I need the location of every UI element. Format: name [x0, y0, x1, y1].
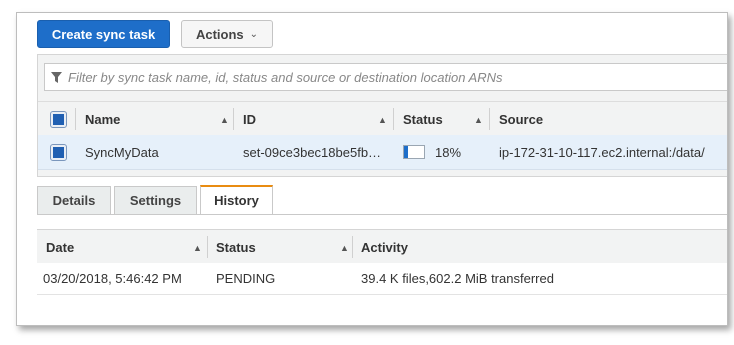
create-sync-task-button[interactable]: Create sync task: [37, 20, 170, 48]
table-row[interactable]: 03/20/2018, 5:46:42 PM PENDING 39.4 K fi…: [37, 263, 727, 295]
sort-up-icon[interactable]: ▲: [193, 243, 202, 253]
sort-up-icon[interactable]: ▲: [340, 243, 349, 253]
chevron-down-icon: ⌄: [249, 28, 259, 40]
history-date: 03/20/2018, 5:46:42 PM: [43, 271, 182, 286]
tasks-table-header: Name ▲ ID ▲ Status ▲ Source: [38, 101, 727, 137]
sort-up-icon[interactable]: ▲: [378, 115, 387, 125]
task-id: set-09ce3bec18be5fb…: [243, 144, 382, 160]
table-row[interactable]: SyncMyData set-09ce3bec18be5fb… 18% ip-1…: [38, 135, 727, 170]
progress-bar-fill: [404, 146, 408, 158]
filter-input[interactable]: Filter by sync task name, id, status and…: [44, 63, 727, 91]
row-checkbox[interactable]: [50, 143, 67, 161]
tab-details[interactable]: Details: [37, 186, 111, 214]
actions-label: Actions: [195, 26, 244, 42]
row-checkbox-cell[interactable]: [42, 135, 72, 169]
sync-tasks-table: Filter by sync task name, id, status and…: [37, 54, 727, 177]
select-all-checkbox-cell[interactable]: [42, 102, 72, 136]
filter-placeholder: Filter by sync task name, id, status and…: [68, 69, 503, 85]
sort-up-icon[interactable]: ▲: [220, 115, 229, 125]
task-source: ip-172-31-10-117.ec2.internal:/data/: [499, 144, 705, 160]
detail-tabs: Details Settings History: [37, 184, 727, 215]
progress-percent: 18%: [435, 144, 462, 160]
tab-settings[interactable]: Settings: [114, 186, 197, 214]
task-status: 18%: [394, 135, 489, 169]
select-all-checkbox[interactable]: [50, 110, 67, 128]
sync-tasks-panel: Create sync task Actions ⌄ Filter by syn…: [16, 12, 728, 326]
progress-bar: [403, 145, 425, 159]
history-status: PENDING: [216, 271, 276, 286]
filter-icon: [51, 71, 62, 83]
tab-history[interactable]: History: [200, 185, 273, 214]
column-header-status[interactable]: Status: [207, 230, 352, 264]
history-table-header: Date ▲ Status ▲ Activity: [37, 229, 727, 265]
task-name[interactable]: SyncMyData: [76, 135, 236, 169]
column-header-id[interactable]: ID: [234, 102, 394, 136]
sort-up-icon[interactable]: ▲: [474, 115, 483, 125]
column-header-activity[interactable]: Activity: [352, 230, 652, 264]
column-header-name[interactable]: Name: [76, 102, 236, 136]
history-activity: 39.4 K files,602.2 MiB transferred: [361, 271, 554, 286]
column-header-source[interactable]: Source: [490, 102, 690, 136]
column-header-date[interactable]: Date: [37, 230, 207, 264]
actions-dropdown-button[interactable]: Actions ⌄: [181, 20, 273, 48]
